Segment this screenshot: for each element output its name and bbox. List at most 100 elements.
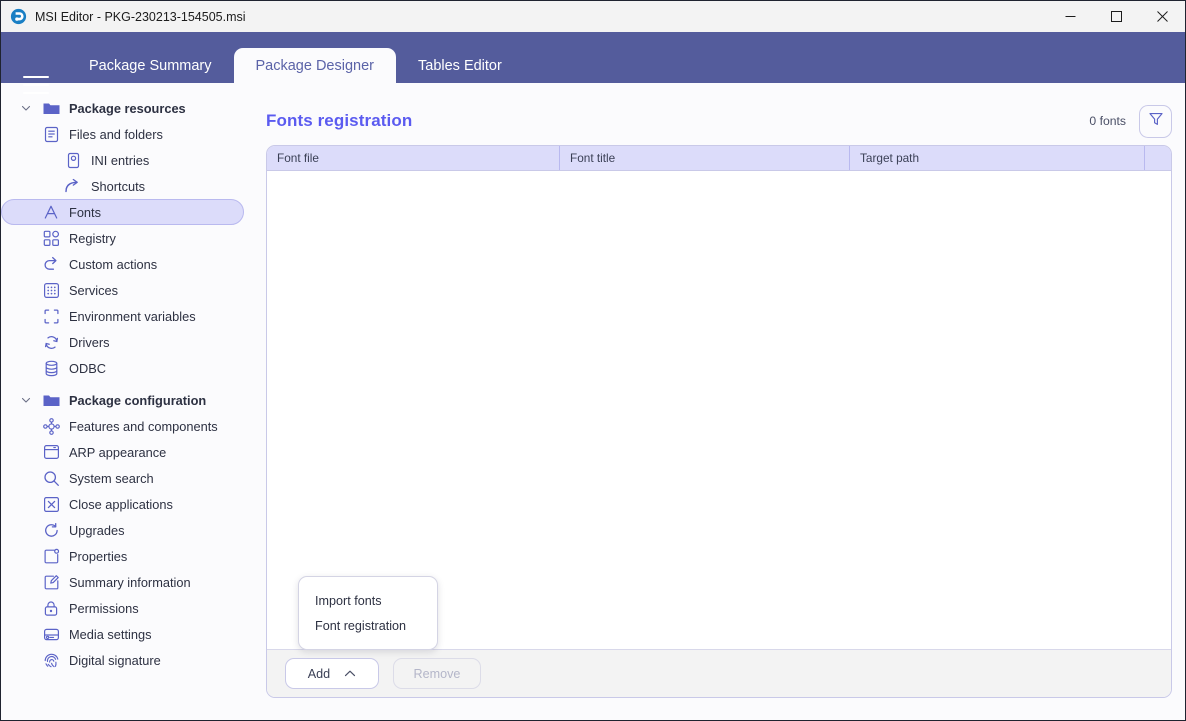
tab-tables-editor[interactable]: Tables Editor <box>396 49 524 83</box>
sidebar-item-label: System search <box>69 470 154 486</box>
sidebar-item-features-and-components[interactable]: Features and components <box>1 413 244 439</box>
sidebar-item-label: Upgrades <box>69 522 125 538</box>
sidebar-item-properties[interactable]: Properties <box>1 543 244 569</box>
sidebar-item-files-and-folders[interactable]: Files and folders <box>1 121 244 147</box>
fingerprint-icon <box>42 651 60 669</box>
lock-icon <box>42 599 60 617</box>
close-box-icon <box>42 495 60 513</box>
sidebar-item-label: Features and components <box>69 418 218 434</box>
sidebar-item-registry[interactable]: Registry <box>1 225 244 251</box>
close-icon <box>1156 11 1168 22</box>
edit-pencil-icon <box>42 573 60 591</box>
upgrade-refresh-icon <box>42 521 60 539</box>
sidebar-item-label: Properties <box>69 548 128 564</box>
main-content: Fonts registration 0 fonts Font file Fon… <box>256 83 1185 720</box>
sidebar-item-shortcuts[interactable]: Shortcuts <box>1 173 244 199</box>
column-header-font-title[interactable]: Font title <box>560 146 850 170</box>
app-window: MSI Editor - PKG-230213-154505.msi Packa… <box>0 0 1186 721</box>
properties-icon <box>42 547 60 565</box>
sidebar-item-summary-information[interactable]: Summary information <box>1 569 244 595</box>
tab-list: Package Summary Package Designer Tables … <box>67 32 524 83</box>
app-body: Package resources Files and folders INI … <box>1 83 1185 720</box>
page-title: Fonts registration <box>266 111 413 130</box>
column-header-target-path[interactable]: Target path <box>850 146 1145 170</box>
folder-icon <box>42 99 60 117</box>
sidebar-item-label: Custom actions <box>69 256 158 272</box>
ini-entries-icon <box>64 151 82 169</box>
filter-funnel-icon <box>1148 111 1164 132</box>
font-letter-a-icon <box>42 203 60 221</box>
sidebar-group-package-resources[interactable]: Package resources <box>1 95 244 121</box>
database-icon <box>42 359 60 377</box>
menu-item-font-registration[interactable]: Font registration <box>299 613 437 638</box>
document-icon <box>42 125 60 143</box>
chevron-down-icon[interactable] <box>19 103 33 113</box>
sidebar-item-label: Environment variables <box>69 308 196 324</box>
window-title: MSI Editor - PKG-230213-154505.msi <box>35 9 246 24</box>
close-button[interactable] <box>1139 1 1185 32</box>
sidebar-item-permissions[interactable]: Permissions <box>1 595 244 621</box>
sidebar-item-digital-signature[interactable]: Digital signature <box>1 647 244 673</box>
sidebar-item-arp-appearance[interactable]: ARP appearance <box>1 439 244 465</box>
sidebar-item-label: Close applications <box>69 496 173 512</box>
sidebar-item-system-search[interactable]: System search <box>1 465 244 491</box>
sidebar-item-upgrades[interactable]: Upgrades <box>1 517 244 543</box>
features-nodes-icon <box>42 417 60 435</box>
chevron-up-icon <box>344 669 356 678</box>
tab-package-designer[interactable]: Package Designer <box>233 48 396 83</box>
sidebar-item-environment-variables[interactable]: Environment variables <box>1 303 244 329</box>
column-header-font-file[interactable]: Font file <box>267 146 560 170</box>
sidebar-item-label: Permissions <box>69 600 139 616</box>
sidebar-group-label: Package configuration <box>69 392 207 408</box>
add-button[interactable]: Add <box>285 658 379 689</box>
sidebar-item-services[interactable]: Services <box>1 277 244 303</box>
hamburger-icon[interactable] <box>23 76 49 94</box>
drivers-refresh-icon <box>42 333 60 351</box>
sidebar-item-label: Fonts <box>69 204 102 220</box>
sidebar-item-odbc[interactable]: ODBC <box>1 355 244 381</box>
grid-header-row: Font file Font title Target path <box>267 146 1171 171</box>
app-logo-icon <box>10 8 27 25</box>
sidebar-item-close-applications[interactable]: Close applications <box>1 491 244 517</box>
sidebar-item-label: INI entries <box>91 152 150 168</box>
tab-package-summary[interactable]: Package Summary <box>67 49 234 83</box>
custom-action-arrow-icon <box>42 255 60 273</box>
maximize-button[interactable] <box>1093 1 1139 32</box>
sidebar-item-label: Digital signature <box>69 652 161 668</box>
content-header: Fonts registration 0 fonts <box>261 97 1172 145</box>
sidebar-item-fonts[interactable]: Fonts <box>1 199 244 225</box>
folder-icon <box>42 391 60 409</box>
maximize-icon <box>1110 11 1122 22</box>
sidebar-group-package-configuration[interactable]: Package configuration <box>1 387 244 413</box>
services-grid-icon <box>42 281 60 299</box>
sidebar-item-media-settings[interactable]: Media settings <box>1 621 244 647</box>
sidebar-item-ini-entries[interactable]: INI entries <box>1 147 244 173</box>
search-icon <box>42 469 60 487</box>
window-icon <box>42 443 60 461</box>
sidebar-item-custom-actions[interactable]: Custom actions <box>1 251 244 277</box>
column-header-spacer <box>1145 146 1171 170</box>
sidebar-item-label: Registry <box>69 230 116 246</box>
content-header-right: 0 fonts <box>1089 104 1172 138</box>
remove-button: Remove <box>393 658 481 689</box>
filter-button[interactable] <box>1139 104 1172 138</box>
add-popup-menu: Import fonts Font registration <box>298 576 438 650</box>
registry-blocks-icon <box>42 229 60 247</box>
font-count: 0 fonts <box>1089 114 1126 128</box>
chevron-down-icon[interactable] <box>19 395 33 405</box>
add-button-label: Add <box>307 666 331 681</box>
sidebar-item-label: Services <box>69 282 119 298</box>
sidebar-item-label: Media settings <box>69 626 152 642</box>
sidebar-item-drivers[interactable]: Drivers <box>1 329 244 355</box>
remove-button-label: Remove <box>413 666 461 681</box>
menu-item-import-fonts[interactable]: Import fonts <box>299 588 437 613</box>
fonts-grid-panel: Font file Font title Target path Import … <box>266 145 1172 698</box>
minimize-button[interactable] <box>1047 1 1093 32</box>
shortcut-arrow-icon <box>64 177 82 195</box>
tab-bar: Package Summary Package Designer Tables … <box>1 32 1185 94</box>
title-bar-left: MSI Editor - PKG-230213-154505.msi <box>1 8 246 25</box>
sidebar-tree: Package resources Files and folders INI … <box>1 83 256 720</box>
sidebar-item-label: ODBC <box>69 360 106 376</box>
sidebar-item-label: Files and folders <box>69 126 163 142</box>
sidebar-item-label: Drivers <box>69 334 110 350</box>
